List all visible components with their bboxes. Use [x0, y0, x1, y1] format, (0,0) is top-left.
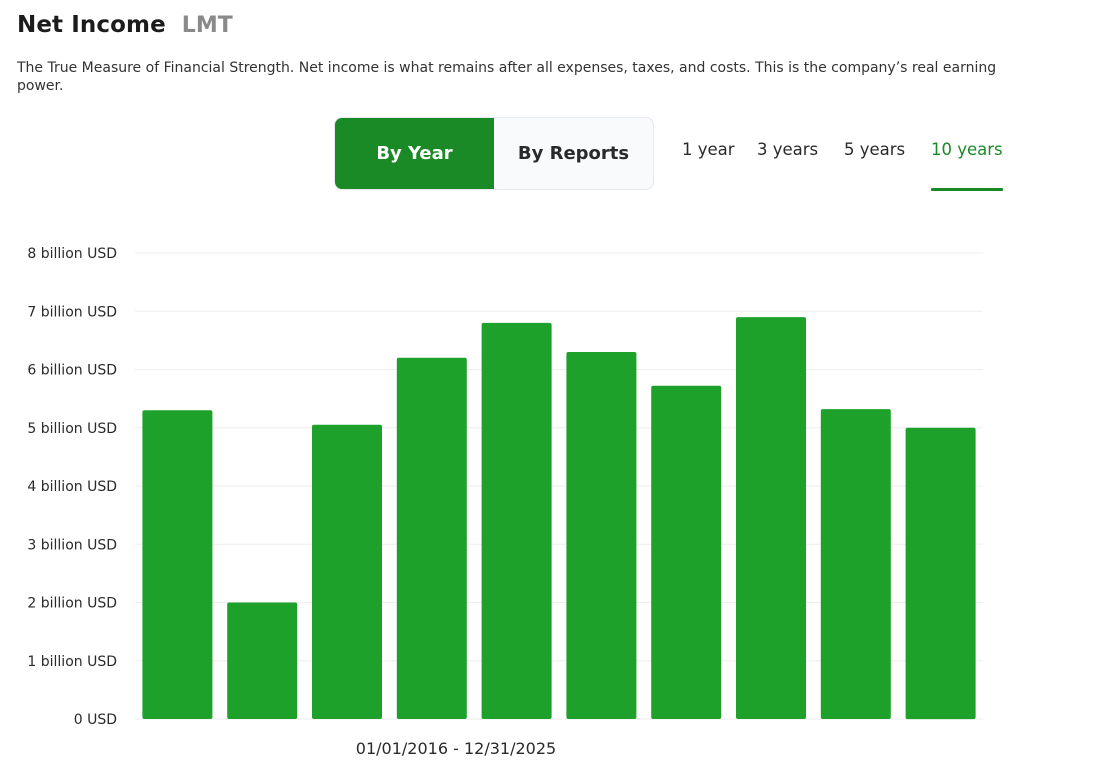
bar[interactable] — [142, 410, 213, 719]
bar[interactable] — [566, 352, 637, 719]
by-year-button[interactable]: By Year — [335, 118, 494, 189]
page: Net Income LMT The True Measure of Finan… — [0, 0, 1104, 774]
tab-1-year[interactable]: 1 year — [682, 140, 735, 190]
bars — [142, 317, 976, 720]
y-tick-label: 0 USD — [74, 712, 117, 728]
bar[interactable] — [312, 424, 382, 719]
y-tick-label: 2 billion USD — [27, 596, 117, 612]
y-tick-label: 6 billion USD — [27, 363, 117, 379]
bar[interactable] — [905, 427, 976, 720]
bar[interactable] — [736, 317, 806, 719]
active-tab-underline — [931, 188, 1003, 191]
tab-10-years[interactable]: 10 years — [931, 140, 1003, 191]
y-tick-label: 3 billion USD — [27, 537, 117, 553]
view-toggle: By Year By Reports — [334, 117, 654, 190]
date-range-label: 01/01/2016 - 12/31/2025 — [356, 739, 556, 758]
header: Net Income LMT — [17, 12, 233, 46]
tab-label: 10 years — [931, 140, 1003, 159]
ticker-symbol: LMT — [181, 13, 233, 38]
tab-3-years[interactable]: 3 years — [757, 140, 818, 190]
bar[interactable] — [481, 322, 552, 719]
tab-label: 5 years — [844, 140, 906, 159]
tab-label: 1 year — [682, 140, 735, 159]
y-tick-label: 1 billion USD — [27, 654, 117, 670]
page-description: The True Measure of Financial Strength. … — [17, 60, 997, 94]
y-tick-label: 8 billion USD — [27, 246, 117, 262]
y-tick-label: 7 billion USD — [27, 304, 117, 320]
y-axis-tick-labels: 0 USD 1 billion USD 2 billion USD 3 billion… — [27, 246, 117, 728]
bar[interactable] — [396, 357, 467, 719]
net-income-bar-chart: 0 USD 1 billion USD 2 billion USD 3 billion… — [27, 246, 983, 758]
tab-5-years[interactable]: 5 years — [844, 140, 905, 190]
bar[interactable] — [820, 409, 891, 719]
y-tick-label: 4 billion USD — [27, 479, 117, 495]
y-tick-label: 5 billion USD — [27, 421, 117, 437]
bar[interactable] — [227, 602, 298, 720]
page-title: Net Income — [17, 12, 166, 38]
tab-label: 3 years — [757, 140, 819, 159]
bar[interactable] — [651, 385, 722, 719]
by-reports-button[interactable]: By Reports — [494, 118, 653, 189]
